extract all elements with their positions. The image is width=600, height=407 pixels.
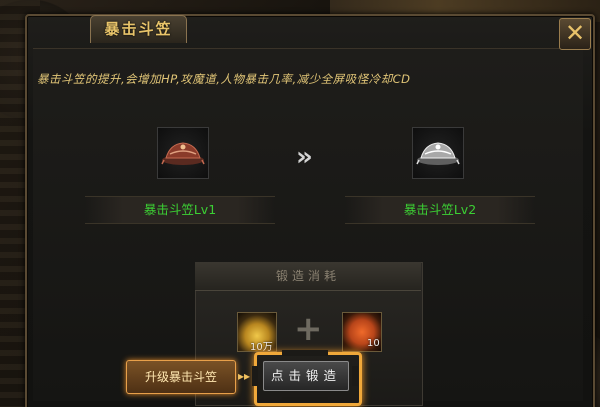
forge-button[interactable]: 点击锻造	[263, 361, 349, 391]
bronze-hat-icon[interactable]	[157, 127, 209, 179]
frame-gap	[282, 397, 328, 403]
frame-gap	[252, 366, 258, 386]
forge-cost-title: 锻造消耗	[195, 262, 421, 291]
close-button[interactable]: ✕	[559, 18, 591, 50]
frame-gap	[352, 366, 358, 386]
upgrade-description: 暴击斗笠的提升,会增加HP,攻魔道,人物暴击几率,减少全屏吸怪冷却CD	[37, 72, 411, 86]
frame-gap	[282, 350, 328, 356]
dialog-title: 暴击斗笠	[90, 15, 187, 43]
upgrade-arrow-icon: »	[296, 142, 313, 172]
gold-cost-count: 10万	[250, 342, 273, 353]
stone-cost-count: 10	[367, 338, 380, 349]
upgrade-hat-button[interactable]: 升级暴击斗笠	[126, 360, 236, 394]
plus-icon: +	[294, 309, 323, 349]
silver-hat-icon[interactable]	[412, 127, 464, 179]
game-scene: 暴击斗笠 ✕ 暴击斗笠的提升,会增加HP,攻魔道,人物暴击几率,减少全屏吸怪冷却…	[0, 0, 600, 407]
guide-arrow-icon: ▸▸	[238, 369, 251, 383]
next-item-name: 暴击斗笠Lv2	[345, 196, 535, 224]
current-item-name: 暴击斗笠Lv1	[85, 196, 275, 224]
